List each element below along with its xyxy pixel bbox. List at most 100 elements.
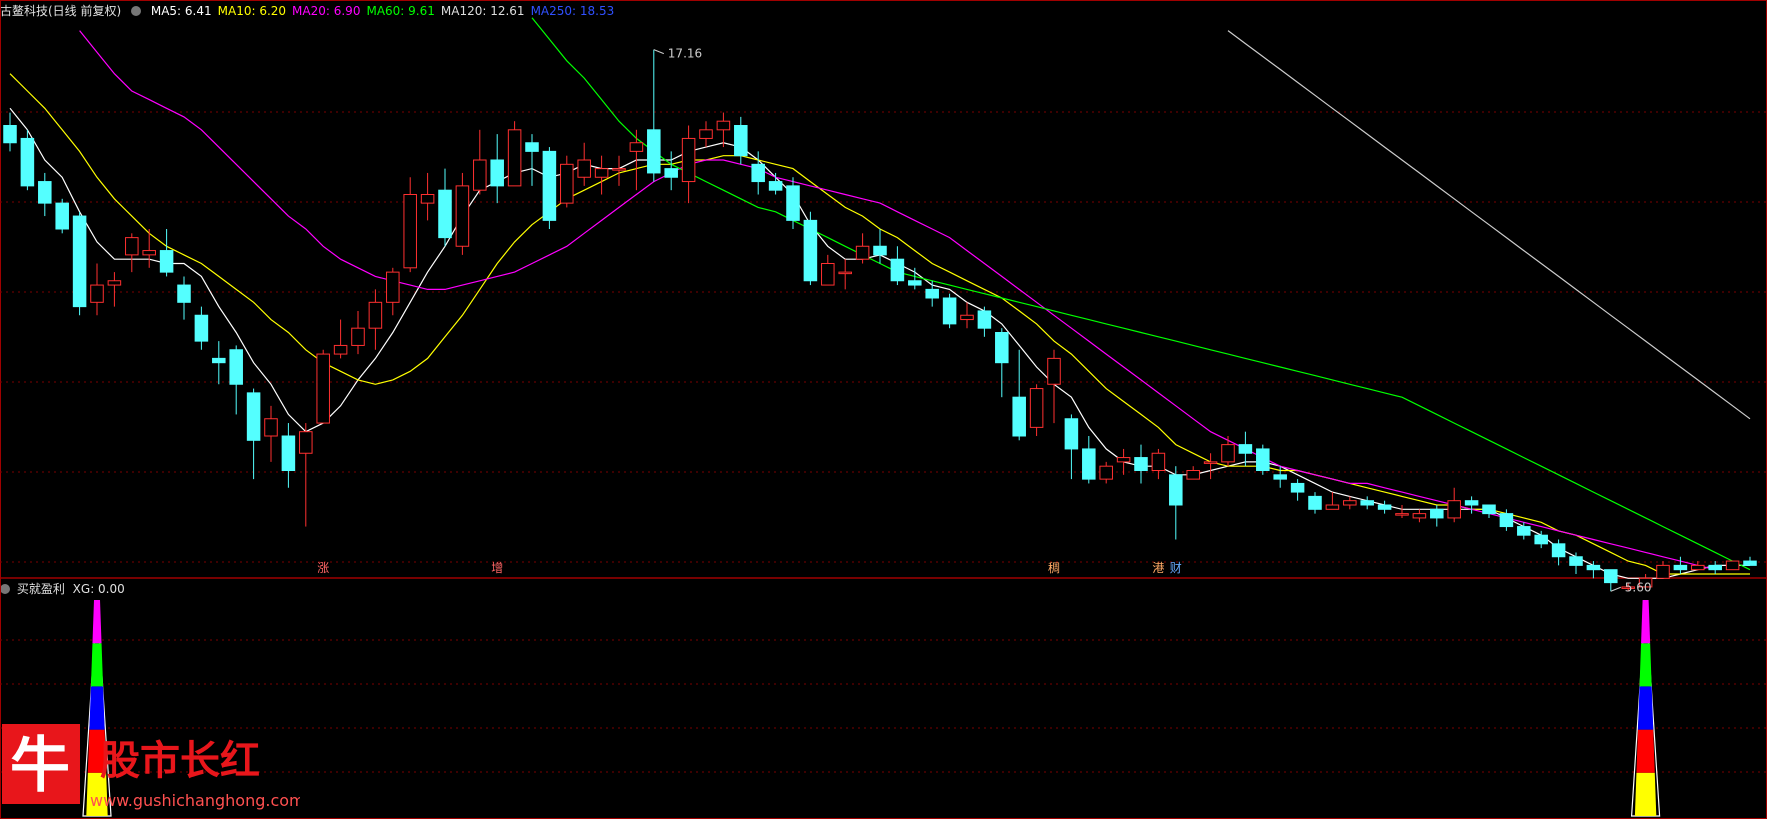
candle-body [1708,564,1722,571]
price-max-label-pointer [653,49,664,55]
candle-body [1691,564,1705,571]
candle-body [629,142,644,152]
candle-body [90,284,104,303]
candle-body [1169,474,1183,506]
signal-segment-0-3 [90,643,104,687]
ma-line-ma60 [531,17,1751,571]
candle-body [664,168,678,178]
candle-body [1534,534,1548,545]
candle-body [72,215,87,308]
candle-body [316,353,330,424]
candle-body [507,129,522,187]
candle-body [560,163,574,204]
ma-line-ma20 [79,30,1716,571]
candle-body [438,189,452,239]
signal-segment-0-4 [92,600,102,644]
candle-body [212,357,226,364]
candle-body [1064,418,1079,450]
candle-body [1221,444,1235,463]
candle-body [1569,556,1583,566]
candle-body [177,284,191,303]
candle-body [1186,470,1200,480]
candle-body [1256,448,1270,471]
event-marker-4: 财 [1170,561,1182,575]
candle-body [890,258,905,282]
candle-body [1743,560,1757,566]
candle-body [125,237,139,256]
candle-body [525,142,539,152]
candle-body [699,129,713,139]
candle-body [1673,564,1688,571]
candle-body [1377,504,1392,510]
candle-body [995,332,1009,364]
watermark-logo: 牛 股市长红 www.gushichanghong.com [2,724,300,810]
candle-body [1116,457,1131,463]
candle-body [1238,444,1253,454]
candle-body [734,125,748,157]
candle-body [1395,513,1409,516]
candle-body [1273,474,1287,480]
candle-body [1430,508,1444,519]
candle-body [1725,560,1740,571]
candle-body [1099,465,1113,480]
candle-body [455,185,470,247]
candle-body [577,159,591,178]
signal-segment-1-4 [1641,600,1651,644]
candle-body [55,202,69,230]
candle-body [1412,513,1427,519]
chart-border [0,0,1767,819]
candle-body [1343,500,1357,506]
price-min-label-pointer [1610,586,1621,592]
candle-body [1656,564,1670,579]
candle-body [3,125,17,144]
candle-body [333,344,348,355]
candle-body [351,327,365,346]
candle-body [20,137,35,187]
candle-body [855,245,870,260]
candle-body [1203,461,1218,464]
candle-body [386,271,400,303]
candle-body [420,194,435,204]
candle-body [1082,448,1096,480]
candle-body [368,301,383,329]
candle-body [1325,504,1340,510]
ma-line-ma120 [1227,30,1751,420]
event-marker-1: 增 [491,561,503,575]
price-max-label: 17.16 [668,47,702,61]
candle-body [1360,500,1374,506]
candle-body [159,250,174,273]
candle-body [473,159,487,191]
candle-body [264,418,278,437]
candle-body [1047,357,1061,385]
event-marker-2: 稠 [1048,561,1060,575]
signal-segment-1-3 [1639,643,1652,687]
watermark-title: 股市长红 [100,737,260,784]
candle-body [490,159,504,187]
candle-body [1551,543,1566,558]
candle-body [977,310,992,329]
candle-body [751,163,765,183]
candle-body [1517,526,1531,536]
watermark-url: www.gushichanghong.com [90,791,300,810]
candle-body [1482,504,1496,515]
ma-line-ma10 [9,73,1750,575]
candle-body [403,194,417,269]
candle-body [647,129,661,174]
candle-body [246,392,261,441]
candle-body [838,271,852,275]
event-marker-3: 港 [1152,561,1164,575]
price-min-label: 5.60 [1625,580,1652,594]
candle-body [821,263,835,286]
candle-body [873,245,887,256]
candle-body [542,150,557,221]
candle-body [1134,457,1148,471]
candle-body [768,181,783,191]
candle-body [612,168,626,171]
candle-body [681,137,696,183]
candle-body [281,435,296,471]
candle-body [1308,495,1322,510]
candle-body [229,349,243,385]
candle-body [1604,569,1618,584]
candle-body [716,120,731,131]
candlestick-chart[interactable]: 17.16 5.60 涨 增 稠 港财 [0,0,1767,819]
